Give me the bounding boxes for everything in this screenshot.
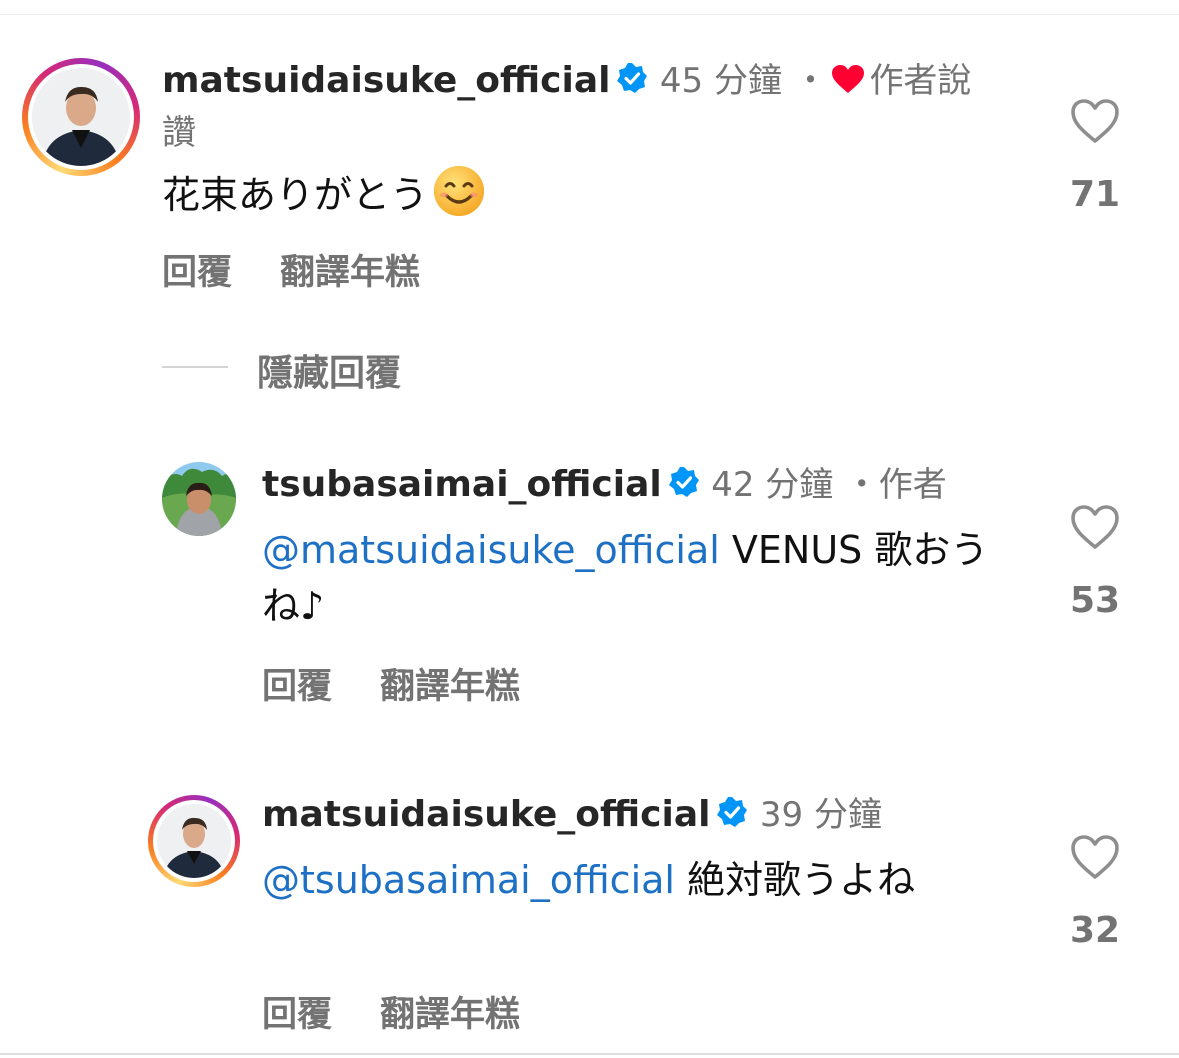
comment-time: 42 分鐘 <box>711 465 834 505</box>
profile-photo <box>162 462 236 536</box>
comment-actions: 回覆 翻譯年糕 <box>262 986 568 1037</box>
like-area: 32 <box>1065 834 1125 951</box>
comment-text: @tsubasaimai_official 絶対歌うよね <box>262 852 1002 908</box>
separator-dot: ・ <box>844 465 879 505</box>
like-heart-icon[interactable] <box>1065 98 1125 148</box>
username[interactable]: tsubasaimai_official <box>262 464 662 505</box>
top-divider <box>0 14 1179 15</box>
reply-button[interactable]: 回覆 <box>162 253 232 293</box>
translate-button[interactable]: 翻譯年糕 <box>380 667 520 707</box>
comment-text: @matsuidaisuke_official VENUS 歌おうね♪ <box>262 522 1022 634</box>
comment-header: tsubasaimai_official 42 分鐘 ・作者 <box>262 460 1052 512</box>
author-label: 作者 <box>878 465 947 505</box>
smiling-face-emoji-icon <box>432 164 486 233</box>
like-area: 71 <box>1065 98 1125 215</box>
hide-replies-button[interactable]: 隱藏回覆 <box>257 344 401 396</box>
profile-photo <box>32 68 130 166</box>
like-count: 32 <box>1069 910 1121 951</box>
mention-link[interactable]: @tsubasaimai_official <box>262 858 675 902</box>
comment-text: 花束ありがとう <box>162 164 1002 233</box>
translate-button[interactable]: 翻譯年糕 <box>280 253 420 293</box>
comment-actions: 回覆 翻譯年糕 <box>262 658 568 709</box>
avatar[interactable] <box>148 795 240 887</box>
like-heart-icon[interactable] <box>1065 504 1125 554</box>
reply-button[interactable]: 回覆 <box>262 995 332 1035</box>
comment-header: matsuidaisuke_official 39 分鐘 <box>262 790 1052 842</box>
bottom-divider <box>0 1053 1179 1055</box>
translate-button[interactable]: 翻譯年糕 <box>380 995 520 1035</box>
reply-button[interactable]: 回覆 <box>262 667 332 707</box>
mention-link[interactable]: @matsuidaisuke_official <box>262 528 720 572</box>
author-heart-icon <box>831 58 865 108</box>
comment-header: matsuidaisuke_official 45 分鐘 ・作者說讚 <box>162 56 1002 158</box>
verified-badge-icon <box>716 792 748 842</box>
comment-time: 39 分鐘 <box>759 795 882 835</box>
comment-time: 45 分鐘 <box>659 61 782 101</box>
verified-badge-icon <box>668 462 700 512</box>
like-count: 71 <box>1069 174 1121 215</box>
hide-replies-divider <box>162 366 228 368</box>
avatar[interactable] <box>162 462 236 536</box>
profile-photo <box>157 804 231 878</box>
username[interactable]: matsuidaisuke_official <box>162 60 610 101</box>
separator-dot: ・ <box>793 61 828 101</box>
like-area: 53 <box>1065 504 1125 621</box>
comment-text-content: 花束ありがとう <box>162 173 429 217</box>
like-heart-icon[interactable] <box>1065 834 1125 884</box>
comment-text-content: 絶対歌うよね <box>674 858 916 902</box>
comment-actions: 回覆 翻譯年糕 <box>162 244 468 295</box>
verified-badge-icon <box>616 58 648 108</box>
avatar[interactable] <box>22 58 140 176</box>
like-count: 53 <box>1069 580 1121 621</box>
username[interactable]: matsuidaisuke_official <box>262 794 710 835</box>
